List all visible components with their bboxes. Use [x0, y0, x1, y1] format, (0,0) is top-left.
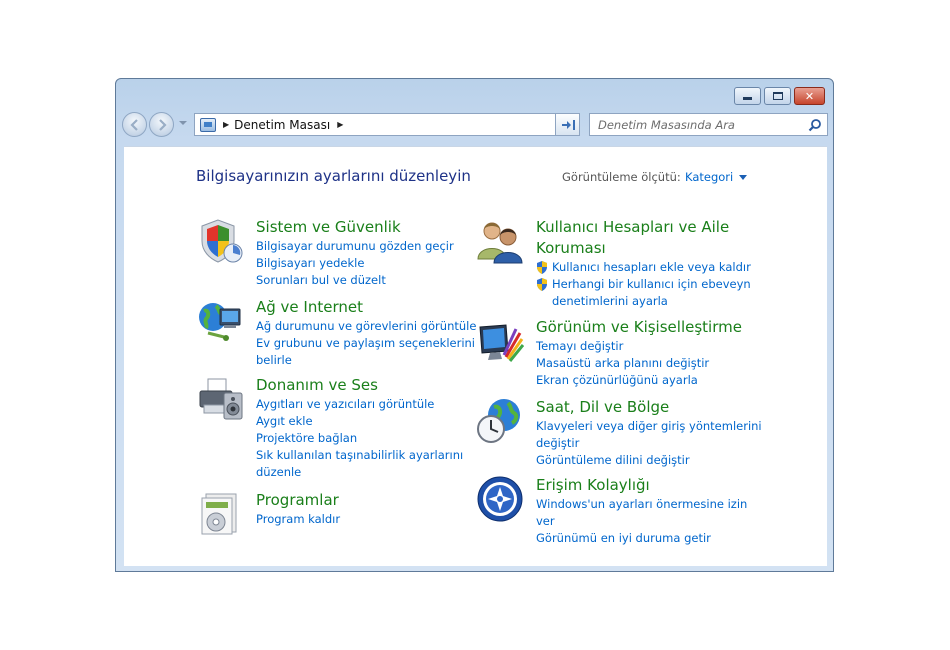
view-by-label: Görüntüleme ölçütü:	[562, 170, 681, 184]
link-find-fix-problems[interactable]: Sorunları bul ve düzelt	[256, 272, 454, 289]
link-adjust-resolution[interactable]: Ekran çözünürlüğünü ayarla	[536, 372, 742, 389]
link-connect-projector[interactable]: Projektöre bağlan	[256, 430, 463, 447]
maximize-icon	[772, 92, 783, 100]
address-bar[interactable]: ▶ Denetim Masası ▶	[194, 113, 577, 136]
search-input[interactable]	[590, 117, 795, 132]
back-button[interactable]	[122, 112, 147, 137]
refresh-icon	[561, 119, 575, 130]
control-panel-icon	[200, 117, 216, 132]
control-panel-content: Bilgisayarınızın ayarlarını düzenleyin G…	[124, 146, 827, 566]
link-add-remove-accounts-text[interactable]: Kullanıcı hesapları ekle veya kaldır	[552, 260, 751, 274]
link-parental-controls[interactable]: Herhangi bir kullanıcı için ebeveyn	[536, 276, 751, 293]
link-mobility-settings[interactable]: Sık kullanılan taşınabilirlik ayarlarını	[256, 447, 463, 464]
category-title-system-security[interactable]: Sistem ve Güvenlik	[256, 217, 454, 238]
navigation-bar: ▶ Denetim Masası ▶	[122, 112, 828, 138]
view-by-dropdown[interactable]: Kategori	[685, 170, 748, 184]
link-parental-controls-cont[interactable]: denetimlerini ayarla	[536, 293, 751, 310]
link-review-computer-status[interactable]: Bilgisayar durumunu gözden geçir	[256, 238, 454, 255]
page-title: Bilgisayarınızın ayarlarını düzenleyin	[196, 167, 471, 185]
link-let-windows-suggest-cont[interactable]: ver	[536, 513, 747, 530]
search-box[interactable]	[589, 113, 828, 136]
view-by-value[interactable]: Kategori	[685, 170, 733, 184]
category-title-ease-of-access[interactable]: Erişim Kolaylığı	[536, 475, 747, 496]
printer-icon	[199, 378, 243, 420]
link-view-network-status[interactable]: Ağ durumunu ve görevlerini görüntüle	[256, 318, 476, 335]
back-arrow-icon	[129, 119, 138, 131]
uac-shield-icon	[537, 278, 547, 291]
category-title-hardware-sound[interactable]: Donanım ve Ses	[256, 375, 463, 396]
category-title-appearance[interactable]: Görünüm ve Kişiselleştirme	[536, 317, 742, 338]
link-mobility-settings-cont[interactable]: düzenle	[256, 464, 463, 481]
category-title-programs[interactable]: Programlar	[256, 490, 340, 511]
link-homegroup-sharing[interactable]: Ev grubunu ve paylaşım seçeneklerini	[256, 335, 476, 352]
search-icon[interactable]	[808, 118, 822, 132]
breadcrumb-control-panel[interactable]: Denetim Masası	[234, 118, 330, 132]
link-uninstall-program[interactable]: Program kaldır	[256, 511, 340, 528]
category-title-network-internet[interactable]: Ağ ve Internet	[256, 297, 476, 318]
control-panel-window: ✕ ▶ Denetim Masası ▶ Denetim Masasında A…	[115, 78, 834, 572]
link-add-device[interactable]: Aygıt ekle	[256, 413, 463, 430]
link-change-keyboards-cont[interactable]: değiştir	[536, 435, 762, 452]
minimize-button[interactable]	[734, 87, 761, 105]
close-icon: ✕	[804, 89, 815, 103]
breadcrumb-separator-icon[interactable]: ▶	[337, 120, 343, 129]
link-let-windows-suggest[interactable]: Windows'un ayarları önermesine izin	[536, 496, 747, 513]
link-view-devices-printers[interactable]: Aygıtları ve yazıcıları görüntüle	[256, 396, 463, 413]
link-change-keyboards[interactable]: Klavyeleri veya diğer giriş yöntemlerini	[536, 418, 762, 435]
monitor-icon	[479, 324, 524, 362]
category-title-user-accounts-cont[interactable]: Koruması	[536, 238, 751, 259]
category-title-clock-language[interactable]: Saat, Dil ve Bölge	[536, 397, 762, 418]
link-change-theme[interactable]: Temayı değiştir	[536, 338, 742, 355]
forward-arrow-icon	[158, 119, 167, 131]
link-optimize-display[interactable]: Görünümü en iyi duruma getir	[536, 530, 747, 547]
link-homegroup-sharing-cont[interactable]: belirle	[256, 352, 476, 369]
recent-pages-dropdown[interactable]	[179, 121, 187, 125]
breadcrumb-separator-icon[interactable]: ▶	[223, 120, 229, 129]
programs-icon	[201, 493, 237, 535]
link-backup-computer[interactable]: Bilgisayarı yedekle	[256, 255, 454, 272]
maximize-button[interactable]	[764, 87, 791, 105]
forward-button[interactable]	[149, 112, 174, 137]
category-title-user-accounts[interactable]: Kullanıcı Hesapları ve Aile	[536, 217, 751, 238]
shield-icon	[201, 219, 243, 263]
uac-shield-icon	[537, 261, 547, 274]
link-change-desktop-background[interactable]: Masaüstü arka planını değiştir	[536, 355, 742, 372]
close-button[interactable]: ✕	[794, 87, 825, 105]
title-bar-controls: ✕	[734, 87, 825, 105]
link-add-remove-accounts[interactable]: Kullanıcı hesapları ekle veya kaldır	[536, 259, 751, 276]
accessibility-icon	[477, 476, 523, 522]
link-parental-controls-text[interactable]: Herhangi bir kullanıcı için ebeveyn	[552, 277, 751, 291]
minimize-icon	[743, 97, 752, 100]
chevron-down-icon[interactable]	[739, 174, 748, 180]
refresh-button[interactable]	[555, 113, 580, 136]
clock-globe-icon	[477, 399, 520, 443]
network-icon	[199, 303, 241, 341]
link-change-display-language[interactable]: Görüntüleme dilini değiştir	[536, 452, 762, 469]
users-icon	[477, 222, 523, 264]
link-parental-controls-cont-text[interactable]: denetimlerini ayarla	[552, 294, 668, 308]
